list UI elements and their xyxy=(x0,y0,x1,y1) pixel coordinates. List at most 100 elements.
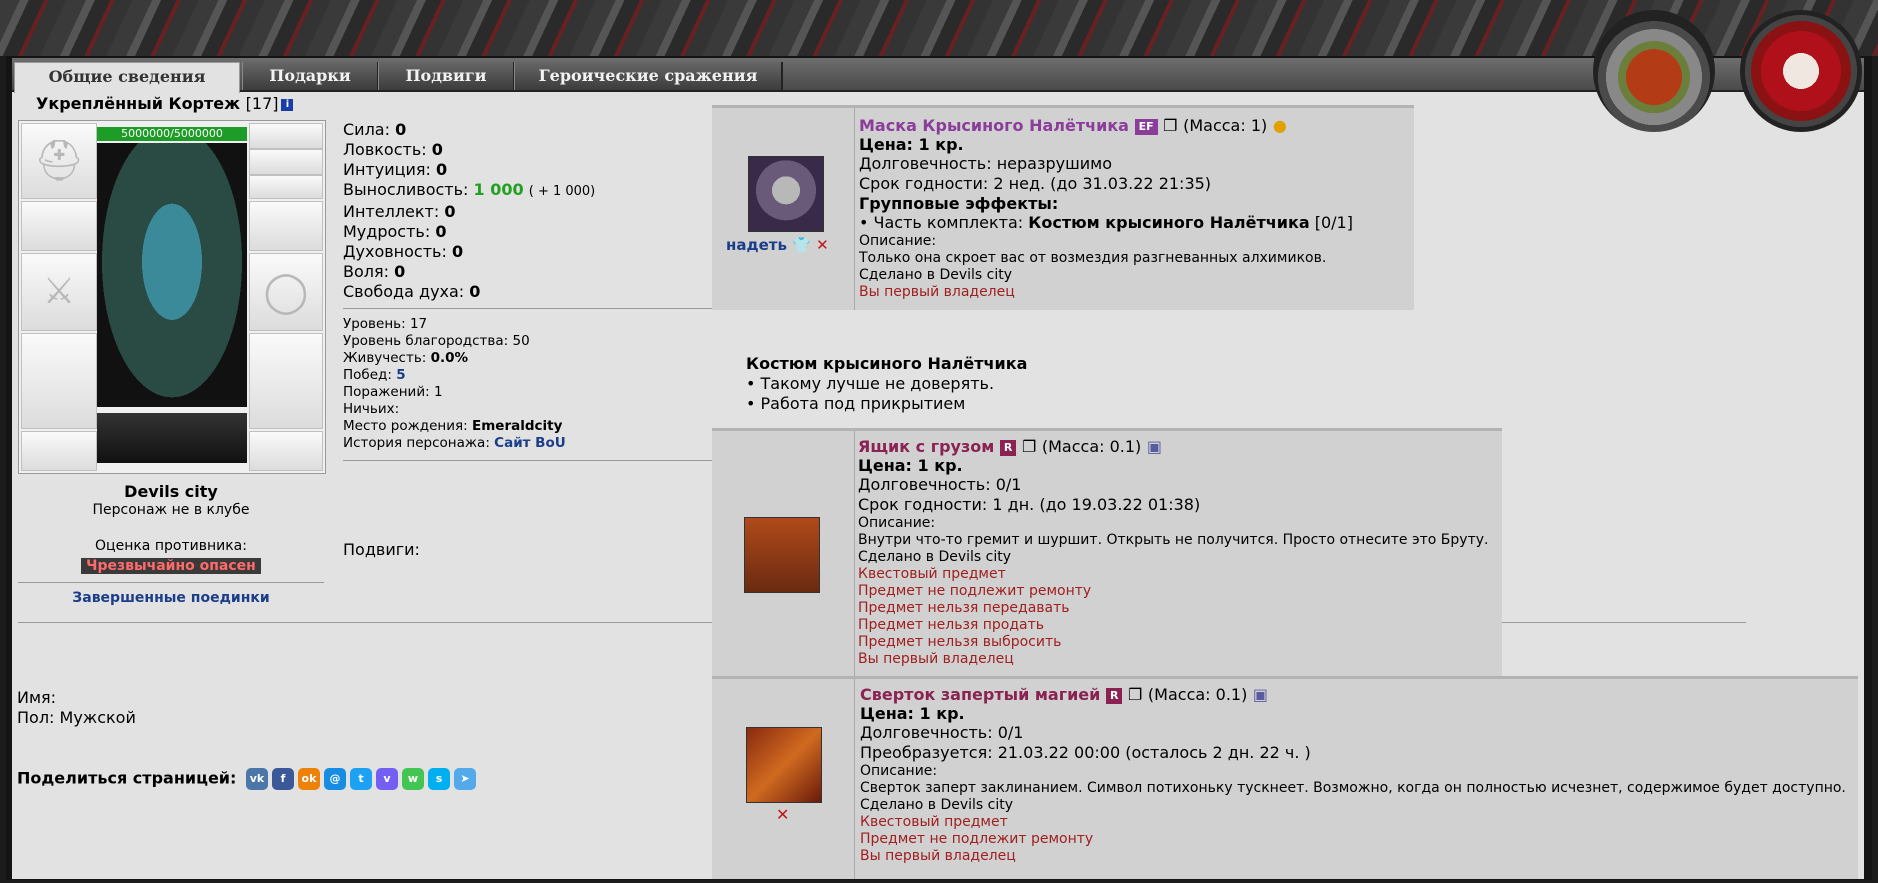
item-badge: R xyxy=(1105,687,1123,704)
club-status: Персонаж не в клубе xyxy=(92,502,250,518)
item-flag: Квестовый предмет xyxy=(858,566,1006,582)
copy-icon[interactable]: ❐ xyxy=(1128,685,1142,704)
detail-nobility: Уровень благородства: 50 xyxy=(343,333,530,349)
item-info: Сверток запертый магией R ❐ (Масса: 0.1)… xyxy=(860,685,1846,865)
threat-badge: Чрезвычайно опасен xyxy=(81,558,261,574)
item-price: Цена: 1 кр. xyxy=(858,456,963,475)
info-icon[interactable]: i xyxy=(281,98,294,111)
shield-slot[interactable]: ◯ xyxy=(249,253,323,331)
item-made-in: Сделано в Devils city xyxy=(859,267,1013,283)
detail-birthplace: Место рождения: Emeraldcity xyxy=(343,418,563,434)
boots-slot[interactable] xyxy=(249,431,323,471)
copy-icon[interactable]: ❐ xyxy=(1022,437,1036,456)
threat-badge-wrap: Чрезвычайно опасен xyxy=(12,555,330,574)
rat-mask-image[interactable] xyxy=(748,156,824,232)
skype-icon[interactable]: s xyxy=(427,768,450,790)
item-flag: Предмет нельзя выбросить xyxy=(858,634,1062,650)
item-flag: Вы первый владелец xyxy=(860,848,1016,864)
earring-slot[interactable] xyxy=(249,123,323,149)
helmet-slot[interactable]: ⛑ xyxy=(21,123,97,199)
item-durability: Долговечность: 0/1 xyxy=(858,475,1022,494)
history-link[interactable]: Сайт BoU xyxy=(494,435,566,451)
copy-icon[interactable]: ❐ xyxy=(1163,116,1177,135)
item-flag: Квестовый предмет xyxy=(860,814,1008,830)
owner-note: Вы первый владелец xyxy=(859,284,1015,300)
gloves-slot[interactable] xyxy=(249,201,323,251)
whatsapp-icon[interactable]: w xyxy=(401,768,424,790)
viber-icon[interactable]: v xyxy=(375,768,398,790)
rings-slot[interactable] xyxy=(249,175,323,199)
gift-icon: ▣ xyxy=(1252,685,1269,704)
item-mass: (Масса: 1) xyxy=(1183,116,1268,135)
tab-gifts[interactable]: Подарки xyxy=(242,62,379,90)
item-durability: Долговечность: неразрушимо xyxy=(859,154,1113,173)
fist-emblem-icon[interactable] xyxy=(1740,10,1862,132)
item-price: Цена: 1 кр. xyxy=(860,704,965,723)
stats-panel: Сила: 0 Ловкость: 0 Интуиция: 0 Вынослив… xyxy=(343,120,595,302)
sealed-bundle-image[interactable] xyxy=(746,727,822,803)
tab-feats[interactable]: Подвиги xyxy=(378,62,515,90)
amulet-slot[interactable] xyxy=(249,149,323,175)
facebook-icon[interactable]: f xyxy=(271,768,294,790)
item-info: Ящик с грузом R ❐ (Масса: 0.1) ▣ Цена: 1… xyxy=(858,437,1488,668)
vk-icon[interactable]: vk xyxy=(245,768,268,790)
delete-icon[interactable]: ✕ xyxy=(776,805,789,824)
set-title: Костюм крысиного Налётчика xyxy=(746,354,1028,373)
item-title[interactable]: Ящик с грузом xyxy=(858,437,994,456)
detail-history: История персонажа: Сайт BoU xyxy=(343,435,566,451)
item-badge: EF xyxy=(1134,118,1158,135)
stat-agility: Ловкость: 0 xyxy=(343,140,443,159)
threat-label: Оценка противника: xyxy=(95,538,247,554)
item-flag: Предмет нельзя передавать xyxy=(858,600,1070,616)
set-bonus: • Такому лучше не доверять. xyxy=(746,374,995,393)
bracer-slot[interactable] xyxy=(21,201,97,251)
item-flag: Предмет не подлежит ремонту xyxy=(860,831,1094,847)
item-price: Цена: 1 кр. xyxy=(859,135,964,154)
share-bar: Поделиться страницей: vk f ok @ t v w s ➤ xyxy=(17,768,476,790)
details-panel: Уровень: 17 Уровень благородства: 50 Жив… xyxy=(343,316,566,452)
stat-spirituality: Духовность: 0 xyxy=(343,242,464,261)
finished-fights-link[interactable]: Завершенные поединки xyxy=(12,590,330,606)
mailru-icon[interactable]: @ xyxy=(323,768,346,790)
tab-bar: Общие сведения Подарки Подвиги Героическ… xyxy=(12,58,1864,93)
armor-slot[interactable] xyxy=(21,333,97,429)
stat-endurance: Выносливость: 1 000 ( + 1 000) xyxy=(343,180,596,199)
set-membership: • Часть комплекта: Костюм крысиного Налё… xyxy=(859,213,1353,232)
divider xyxy=(343,308,715,309)
stat-freedom: Свобода духа: 0 xyxy=(343,282,481,301)
stat-intellect: Интеллект: 0 xyxy=(343,202,456,221)
character-name: Укреплённый Кортеж xyxy=(36,94,241,113)
cargo-box-image[interactable] xyxy=(744,517,820,593)
belt-slot[interactable] xyxy=(21,431,97,471)
item-badge: R xyxy=(999,439,1017,456)
item-durability: Долговечность: 0/1 xyxy=(860,723,1024,742)
odnoklassniki-icon[interactable]: ok xyxy=(297,768,320,790)
desc-label: Описание: xyxy=(860,763,938,779)
item-description: Сверток заперт заклинанием. Символ потих… xyxy=(860,780,1846,796)
tab-general[interactable]: Общие сведения xyxy=(14,62,240,93)
character-avatar xyxy=(97,143,247,407)
item-title[interactable]: Маска Крысиного Налётчика xyxy=(859,116,1129,135)
hazelnut-emblem-icon[interactable] xyxy=(1593,10,1715,132)
item-mass: (Масса: 0.1) xyxy=(1041,437,1142,456)
share-label: Поделиться страницей: xyxy=(17,768,237,788)
delete-icon[interactable]: ✕ xyxy=(816,236,829,254)
tab-heroic-battles[interactable]: Героические сражения xyxy=(514,62,783,90)
wear-link[interactable]: надеть xyxy=(726,236,787,254)
item-actions: надеть 👕 ✕ xyxy=(726,236,829,254)
item-title[interactable]: Сверток запертый магией xyxy=(860,685,1100,704)
shield-icon: ◯ xyxy=(263,269,309,315)
detail-draws: Ничьих: xyxy=(343,401,400,417)
item-description: Внутри что-то гремит и шуршит. Открыть н… xyxy=(858,532,1489,548)
item-expiry: Срок годности: 2 нед. (до 31.03.22 21:35… xyxy=(859,174,1212,193)
shirt-icon[interactable]: 👕 xyxy=(792,236,811,254)
legs-slot[interactable] xyxy=(249,333,323,429)
telegram-icon[interactable]: ➤ xyxy=(453,768,476,790)
hp-bar: 5000000/5000000 xyxy=(97,127,247,141)
twitter-icon[interactable]: t xyxy=(349,768,372,790)
sword-icon: ⚔ xyxy=(42,271,76,312)
weapon-slot[interactable]: ⚔ xyxy=(21,253,97,331)
avatar-emblem xyxy=(97,413,247,463)
profile-gender: Пол: Мужской xyxy=(17,708,136,727)
group-effects-title: Групповые эффекты: xyxy=(859,194,1059,213)
